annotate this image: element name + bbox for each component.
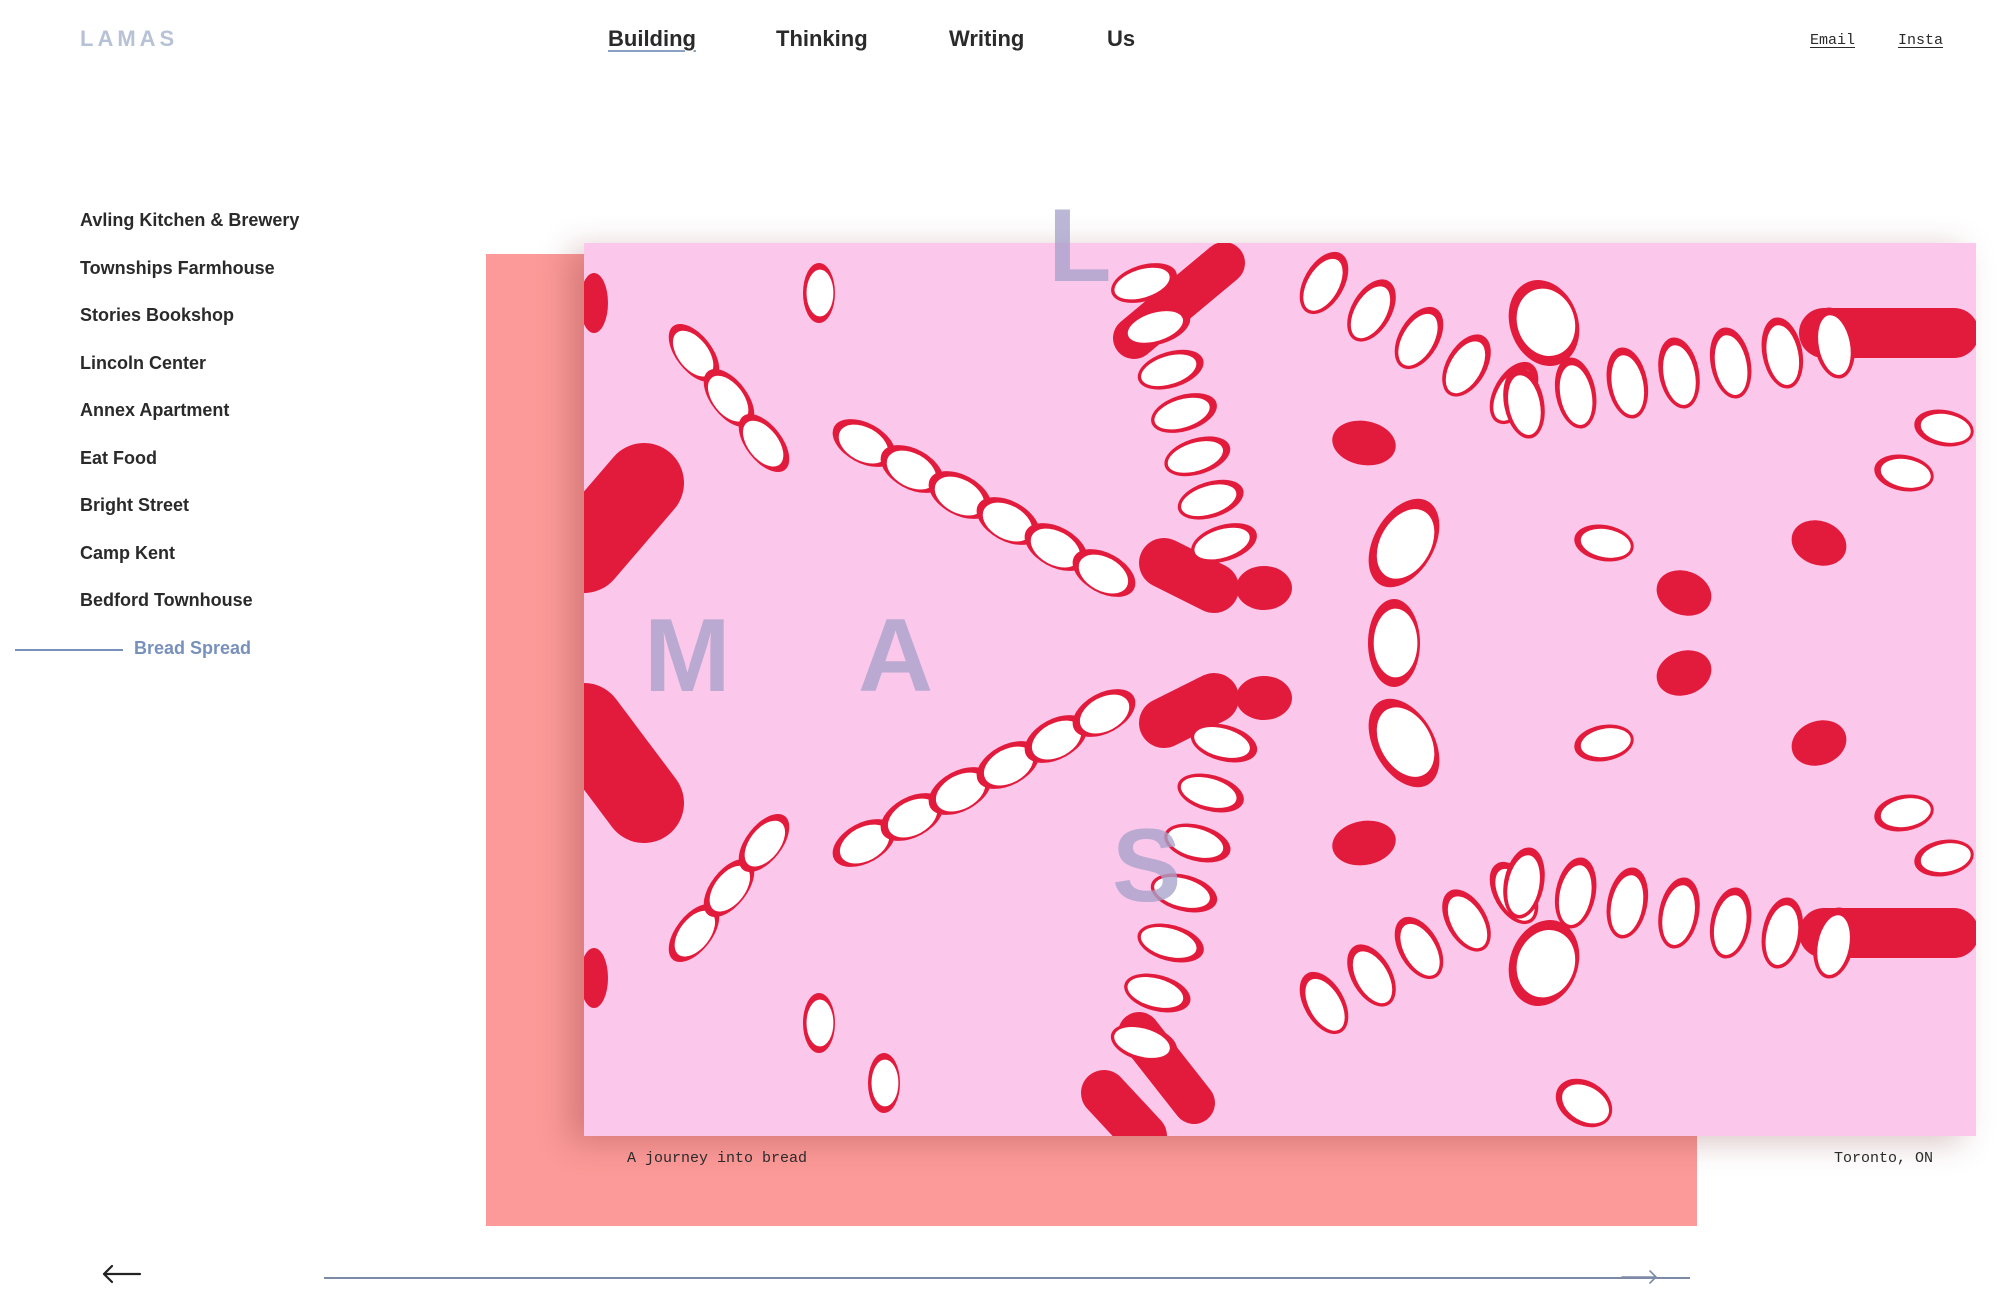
radish-slice xyxy=(1394,306,1444,370)
radish-slice xyxy=(1874,794,1934,832)
radish-slice xyxy=(1914,839,1974,877)
radish-root xyxy=(1139,673,1239,748)
overlay-letter-a: A xyxy=(858,598,934,714)
overlay-letter-l: L xyxy=(1048,188,1112,304)
radish-slice xyxy=(1164,436,1231,477)
next-arrow-button[interactable] xyxy=(1620,1268,1660,1286)
project-item-stories[interactable]: Stories Bookshop xyxy=(80,305,299,353)
radish-slice xyxy=(1124,973,1191,1013)
hero-image[interactable] xyxy=(584,243,1976,1136)
project-item-bedford[interactable]: Bedford Townhouse xyxy=(80,590,299,638)
radish-slice xyxy=(1658,877,1700,949)
overlay-letter-s: S xyxy=(1112,808,1182,924)
carousel-progress-track xyxy=(324,1277,1690,1279)
project-item-camp-kent[interactable]: Camp Kent xyxy=(80,543,299,591)
project-item-bright-street[interactable]: Bright Street xyxy=(80,495,299,543)
radish-slice xyxy=(1299,251,1349,315)
radish-slice xyxy=(1574,524,1634,562)
radish-slice xyxy=(1709,887,1752,959)
radish-slice xyxy=(1606,347,1649,419)
radish-slice xyxy=(1555,1078,1613,1128)
radish-slice xyxy=(1299,971,1349,1035)
radish-root xyxy=(1139,538,1239,613)
project-list: Avling Kitchen & Brewery Townships Farmh… xyxy=(14,210,299,686)
radish-slice xyxy=(1606,867,1649,939)
radish-slice xyxy=(1394,916,1444,980)
radish-piece xyxy=(1656,570,1712,616)
overlay-letter-m: M xyxy=(644,598,731,714)
radish-slice xyxy=(1554,857,1597,929)
radish-piece xyxy=(1236,676,1292,720)
arrow-right-icon xyxy=(1621,1270,1657,1284)
radish-slice xyxy=(1658,337,1700,409)
radish-piece xyxy=(584,948,608,1008)
project-item-avling[interactable]: Avling Kitchen & Brewery xyxy=(80,210,299,258)
radish-root xyxy=(1081,1070,1167,1136)
radish-slice xyxy=(1151,393,1217,433)
radish-slice xyxy=(1368,698,1440,788)
project-item-townships[interactable]: Townships Farmhouse xyxy=(80,258,299,306)
radish-slice xyxy=(1177,773,1244,813)
radish-slice xyxy=(1442,889,1491,952)
radish-piece xyxy=(1791,720,1847,766)
radish-slice xyxy=(1368,498,1440,588)
radish-piece xyxy=(1656,650,1712,696)
radish-slice xyxy=(1874,454,1934,492)
radish-slice xyxy=(1442,334,1491,397)
arrow-left-icon xyxy=(102,1264,142,1284)
project-item-bread-spread-active[interactable]: Bread Spread xyxy=(14,638,299,686)
radish-slice xyxy=(803,263,835,323)
radish-piece xyxy=(1791,520,1847,566)
radish-root xyxy=(584,443,684,593)
radish-slice xyxy=(1761,897,1804,969)
radish-slice xyxy=(1574,724,1634,762)
prev-arrow-button[interactable] xyxy=(100,1262,142,1286)
nav-thinking[interactable]: Thinking xyxy=(776,26,868,52)
nav-us[interactable]: Us xyxy=(1107,26,1135,52)
radish-slice xyxy=(1368,599,1420,687)
nav-writing[interactable]: Writing xyxy=(949,26,1024,52)
project-item-lincoln[interactable]: Lincoln Center xyxy=(80,353,299,401)
nav-building[interactable]: Building xyxy=(608,26,696,52)
radish-pattern-art xyxy=(584,243,1976,1136)
project-item-eat-food[interactable]: Eat Food xyxy=(80,448,299,496)
radish-slice xyxy=(1914,409,1974,447)
radish-slice xyxy=(1709,327,1752,399)
radish-slice xyxy=(1137,923,1204,963)
main-nav: Building Thinking Writing Us xyxy=(0,26,2000,56)
radish-slice xyxy=(868,1053,900,1113)
radish-root xyxy=(584,683,684,843)
radish-piece xyxy=(1236,566,1292,610)
radish-slice xyxy=(1347,279,1396,342)
radish-slice xyxy=(803,993,835,1053)
radish-slice xyxy=(1554,357,1597,429)
radish-piece xyxy=(584,273,608,333)
radish-slice xyxy=(1177,479,1244,520)
radish-piece xyxy=(1332,420,1396,466)
project-description: A journey into bread xyxy=(627,1150,808,1167)
radish-piece xyxy=(1332,820,1396,866)
project-location: Toronto, ON xyxy=(1834,1150,1934,1167)
insta-link[interactable]: Insta xyxy=(1898,32,1943,49)
email-link[interactable]: Email xyxy=(1810,32,1855,49)
project-item-annex[interactable]: Annex Apartment xyxy=(80,400,299,448)
radish-slice xyxy=(1347,944,1396,1007)
